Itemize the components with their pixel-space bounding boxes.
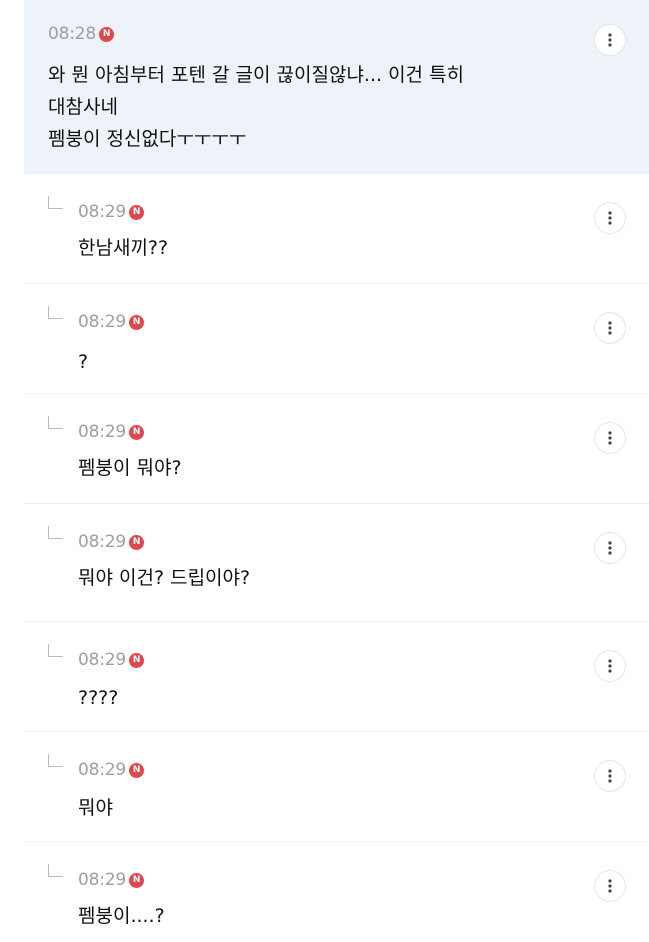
more-options-button[interactable] [594,650,626,682]
more-vertical-icon [608,211,612,225]
reply-time: 08:29 [78,650,126,670]
comment-thread: 08:28 N 와 뭔 아침부터 포텐 갈 글이 끊이질않냐... 이건 특히 … [0,0,649,942]
more-vertical-icon [608,33,612,47]
reply-text: 뭐야 이건? 드립이야? [78,567,251,589]
comment-time-row: 08:28 N [48,24,114,44]
more-vertical-icon [608,541,612,555]
reply-item: 08:29 N 펨붕이 뭐야? [24,394,649,504]
new-badge-icon: N [129,204,144,220]
comment-text-line-1: 와 뭔 아침부터 포텐 갈 글이 끊이질않냐... 이건 특히 [48,64,465,86]
comment-text-line-2: 대참사네 [48,96,118,118]
comment-main: 08:28 N 와 뭔 아침부터 포텐 갈 글이 끊이질않냐... 이건 특히 … [24,0,649,174]
reply-time-row: 08:29 N [78,650,144,670]
comment-time: 08:28 [48,24,96,44]
reply-time-row: 08:29 N [78,532,144,552]
reply-arrow-icon [48,754,63,767]
reply-arrow-icon [48,644,63,657]
new-badge-icon: N [129,872,144,888]
more-options-button[interactable] [594,870,626,902]
reply-arrow-icon [48,196,63,209]
reply-arrow-icon [48,306,63,319]
reply-time-row: 08:29 N [78,870,144,890]
reply-time: 08:29 [78,532,126,552]
reply-time: 08:29 [78,312,126,332]
reply-item: 08:29 N ???? [24,622,649,732]
more-options-button[interactable] [594,532,626,564]
reply-text: 한남새끼?? [78,237,169,259]
more-options-button[interactable] [594,422,626,454]
new-badge-icon: N [129,424,144,440]
more-vertical-icon [608,321,612,335]
new-badge-icon: N [99,26,114,42]
reply-text: 뭐야 [78,797,113,819]
new-badge-icon: N [129,314,144,330]
reply-time-row: 08:29 N [78,422,144,442]
reply-time-row: 08:29 N [78,760,144,780]
reply-item: 08:29 N 한남새끼?? [24,174,649,284]
reply-arrow-icon [48,526,63,539]
more-vertical-icon [608,769,612,783]
reply-time-row: 08:29 N [78,312,144,332]
reply-time: 08:29 [78,870,126,890]
reply-item: 08:29 N 펨붕이....? [24,842,649,942]
more-options-button[interactable] [594,202,626,234]
reply-arrow-icon [48,416,63,429]
more-vertical-icon [608,431,612,445]
new-badge-icon: N [129,762,144,778]
more-options-button[interactable] [594,312,626,344]
more-options-button[interactable] [594,24,626,56]
reply-time: 08:29 [78,760,126,780]
reply-item: 08:29 N 뭐야 이건? 드립이야? [24,504,649,622]
reply-time: 08:29 [78,202,126,222]
reply-arrow-icon [48,864,63,877]
more-options-button[interactable] [594,760,626,792]
comment-text-line-3: 펨붕이 정신없다ㅜㅜㅜㅜ [48,128,247,150]
reply-text: ???? [78,687,119,709]
reply-item: 08:29 N 뭐야 [24,732,649,842]
reply-text: ? [78,351,89,373]
reply-time: 08:29 [78,422,126,442]
reply-time-row: 08:29 N [78,202,144,222]
more-vertical-icon [608,659,612,673]
reply-text: 펨붕이....? [78,905,165,927]
reply-text: 펨붕이 뭐야? [78,457,182,479]
new-badge-icon: N [129,652,144,668]
more-vertical-icon [608,879,612,893]
reply-item: 08:29 N ? [24,284,649,394]
new-badge-icon: N [129,534,144,550]
